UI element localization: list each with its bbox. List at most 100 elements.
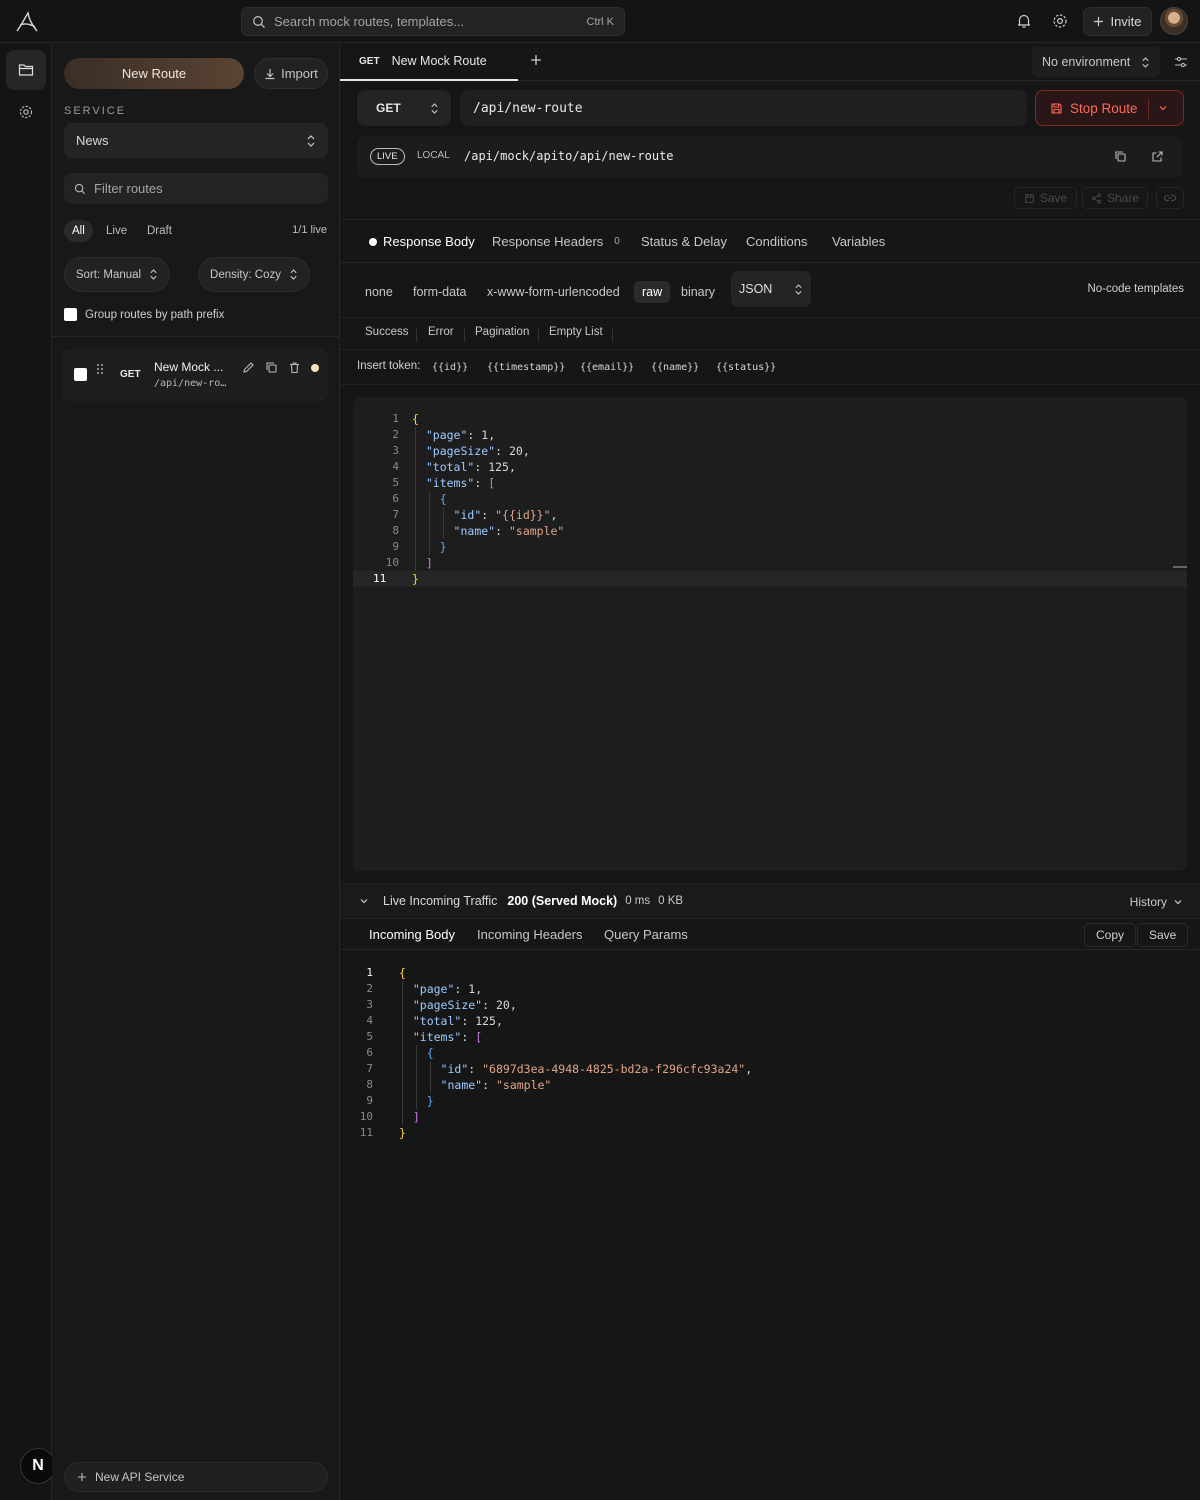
chevron-down-icon[interactable] <box>359 897 369 905</box>
folder-icon[interactable] <box>6 50 46 90</box>
preset-success[interactable]: Success <box>365 326 408 338</box>
preset-error[interactable]: Error <box>428 326 454 338</box>
tab-conditions[interactable]: Conditions <box>746 234 807 249</box>
line-number: 4 <box>392 460 399 473</box>
environment-select[interactable]: No environment <box>1032 47 1160 77</box>
tab-incoming-headers[interactable]: Incoming Headers <box>477 927 583 942</box>
gear-icon[interactable] <box>1051 12 1069 30</box>
group-by-prefix-toggle[interactable]: Group routes by path prefix <box>64 308 224 321</box>
save-button[interactable]: Save <box>1014 187 1077 209</box>
avatar[interactable] <box>1160 7 1188 35</box>
tab-response-headers[interactable]: Response Headers 0 <box>492 234 620 249</box>
body-type-none[interactable]: none <box>365 281 393 303</box>
insert-token-label: Insert token: <box>357 360 421 372</box>
route-url-input[interactable]: /api/new-route <box>460 90 1027 126</box>
body-type-form-data[interactable]: form-data <box>413 281 467 303</box>
code-line: "page": 1, <box>425 428 496 442</box>
density-select[interactable]: Density: Cozy <box>198 257 310 292</box>
live-traffic-header[interactable]: Live Incoming Traffic 200 (Served Mock) … <box>340 883 1200 919</box>
line-number: 5 <box>366 1030 373 1043</box>
code-line: "total": 125, <box>425 460 516 474</box>
response-body-editor[interactable]: 1 {2 "page": 1, 3 "pageSize": 20, 4 "total"… <box>353 397 1187 871</box>
stop-route-label: Stop Route <box>1070 100 1138 116</box>
edit-icon[interactable] <box>242 361 256 375</box>
route-name: New Mock ... <box>154 360 224 374</box>
live-url-row: LIVE LOCAL /api/mock/apito/api/new-route <box>357 136 1183 178</box>
filter-routes-input[interactable]: Filter routes <box>64 173 328 204</box>
invite-button[interactable]: Invite <box>1083 7 1152 36</box>
history-dropdown[interactable]: History <box>1130 895 1183 909</box>
incoming-body-viewer: 1 {2 "page": 1, 3 "pageSize": 20, 4 "total"… <box>340 950 1200 1500</box>
drag-handle-icon[interactable] <box>96 363 104 375</box>
token-email[interactable]: {{email}} <box>574 357 640 377</box>
gear-icon[interactable] <box>6 92 46 132</box>
import-button[interactable]: Import <box>254 58 328 89</box>
link-icon[interactable] <box>1156 187 1184 209</box>
token-status[interactable]: {{status}} <box>710 357 782 377</box>
tab-new-mock-route[interactable]: GET New Mock Route <box>340 43 518 81</box>
body-type-urlencoded[interactable]: x-www-form-urlencoded <box>487 281 620 303</box>
add-tab-icon[interactable] <box>530 54 542 66</box>
tab-query-params[interactable]: Query Params <box>604 927 688 942</box>
sort-select[interactable]: Sort: Manual <box>64 257 170 292</box>
tab-title: New Mock Route <box>391 54 487 68</box>
bell-icon[interactable] <box>1015 12 1033 30</box>
copy-icon[interactable] <box>1114 150 1128 164</box>
code-line: "items": [ <box>425 476 496 490</box>
token-timestamp[interactable]: {{timestamp}} <box>481 357 571 377</box>
divider <box>416 328 417 342</box>
user-badge[interactable]: N <box>20 1448 56 1484</box>
external-link-icon[interactable] <box>1151 150 1165 164</box>
tab-method: GET <box>359 55 380 67</box>
filter-tab-live[interactable]: Live <box>98 220 135 242</box>
search-icon <box>74 183 86 195</box>
plus-icon <box>77 1472 87 1482</box>
environment-value: No environment <box>1042 55 1131 69</box>
token-name[interactable]: {{name}} <box>645 357 705 377</box>
chevron-updown-icon <box>306 134 316 148</box>
token-id[interactable]: {{id}} <box>426 357 474 377</box>
preset-empty-list[interactable]: Empty List <box>549 326 603 338</box>
chevron-updown-icon <box>289 268 298 281</box>
trash-icon[interactable] <box>288 361 302 375</box>
local-label: LOCAL <box>417 150 450 161</box>
route-checkbox[interactable] <box>74 368 87 381</box>
body-type-binary[interactable]: binary <box>681 281 715 303</box>
service-select[interactable]: News <box>64 123 328 158</box>
divider <box>52 336 340 337</box>
tab-variables[interactable]: Variables <box>832 234 885 249</box>
no-code-templates-link[interactable]: No-code templates <box>1087 283 1184 295</box>
tab-response-body-label: Response Body <box>383 234 475 249</box>
route-tab-bar: GET New Mock Route No environment <box>340 43 1200 81</box>
divider <box>464 328 465 342</box>
indent-guide <box>402 981 403 1125</box>
tab-response-body[interactable]: Response Body <box>369 234 475 249</box>
history-label: History <box>1129 895 1167 909</box>
preset-pagination[interactable]: Pagination <box>475 326 529 338</box>
body-format-value: JSON <box>739 282 773 296</box>
tab-incoming-body[interactable]: Incoming Body <box>369 927 455 942</box>
copy-button[interactable]: Copy <box>1084 923 1137 947</box>
filter-tab-all[interactable]: All <box>64 220 93 242</box>
chevron-down-icon[interactable] <box>1158 104 1168 112</box>
filter-tab-draft[interactable]: Draft <box>139 220 180 242</box>
tab-status-delay[interactable]: Status & Delay <box>641 234 727 249</box>
logo-icon[interactable] <box>14 10 40 34</box>
sliders-icon[interactable] <box>1166 47 1196 77</box>
share-button[interactable]: Share <box>1082 187 1148 209</box>
save-button[interactable]: Save <box>1137 923 1189 947</box>
download-icon <box>264 68 276 80</box>
group-checkbox[interactable] <box>64 308 77 321</box>
stop-route-button[interactable]: Stop Route <box>1035 90 1184 126</box>
method-select[interactable]: GET <box>357 90 451 126</box>
scroll-marker[interactable] <box>1173 566 1187 568</box>
route-list-item[interactable]: GET New Mock ... /api/new-ro… <box>62 349 328 401</box>
search-input[interactable]: Search mock routes, templates... Ctrl K <box>241 7 625 36</box>
new-api-service-button[interactable]: New API Service <box>64 1462 328 1492</box>
duplicate-icon[interactable] <box>265 361 279 375</box>
line-number: 9 <box>392 540 399 553</box>
body-type-raw[interactable]: raw <box>634 281 671 303</box>
new-route-button[interactable]: New Route <box>64 58 244 89</box>
line-number: 7 <box>366 1062 373 1075</box>
body-format-select[interactable]: JSON <box>731 271 811 307</box>
